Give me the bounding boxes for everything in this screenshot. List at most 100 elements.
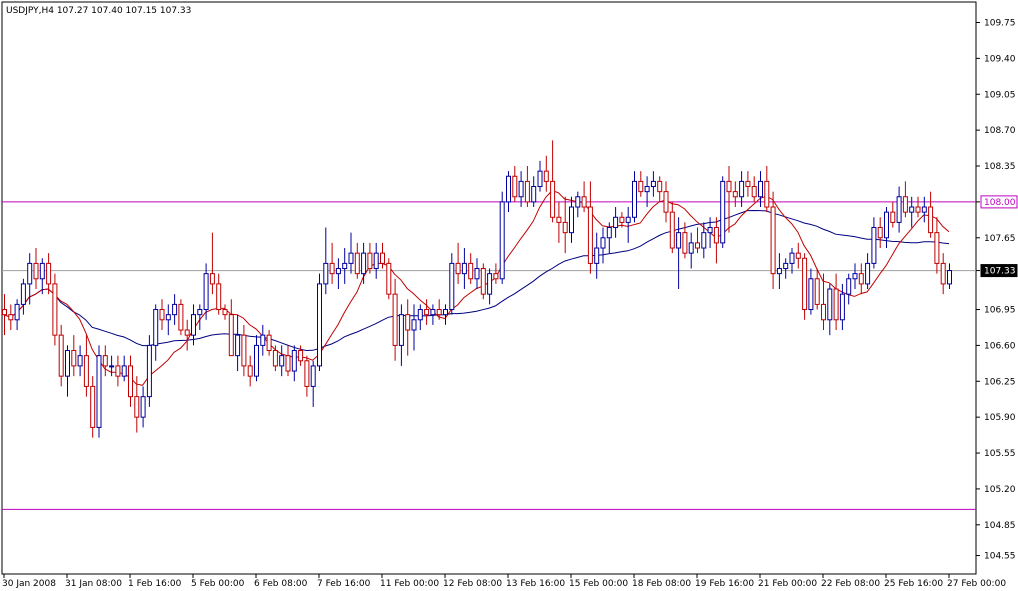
price-chart: 109.75 109.40 109.05 108.70 108.35 108.00 107.… — [1, 1, 1018, 589]
candle-body — [858, 273, 864, 285]
candle-body — [865, 262, 871, 285]
x-tick-label: 25 Feb 16:00 — [884, 579, 943, 589]
candle-body — [323, 262, 329, 285]
candle-body — [770, 206, 776, 275]
candle-body — [178, 303, 184, 331]
y-tick-label: 108.00 — [984, 198, 1016, 208]
candle-body — [310, 365, 316, 387]
candle-body — [291, 350, 297, 372]
candle-body — [776, 268, 782, 275]
candle-body — [121, 365, 127, 377]
candle-body — [102, 355, 108, 367]
candle-body — [751, 186, 757, 198]
candle-body — [644, 186, 650, 193]
candle — [52, 273, 58, 346]
x-tick-label: 21 Feb 00:00 — [758, 579, 817, 589]
candle-body — [209, 273, 215, 285]
candle-body — [827, 288, 833, 321]
candle-body — [814, 278, 820, 305]
candle-body — [512, 175, 518, 198]
candle-body — [65, 350, 70, 377]
candle-body — [2, 309, 7, 316]
candle-body — [373, 252, 379, 270]
candle-body — [405, 314, 411, 331]
candle-body — [96, 355, 102, 428]
time-axis: 30 Jan 2008 31 Jan 08:00 1 Feb 16:00 5 Feb … — [2, 574, 1006, 589]
x-tick-label: 15 Feb 00:00 — [569, 579, 628, 589]
y-tick-label: 109.05 — [984, 90, 1016, 100]
candle-body — [216, 283, 222, 311]
y-tick-label: 104.55 — [984, 552, 1016, 562]
candle-body — [600, 237, 606, 249]
candle-body — [808, 278, 814, 311]
candle-body — [165, 314, 171, 321]
y-tick-label: 105.55 — [984, 449, 1016, 459]
candle — [499, 191, 505, 284]
candle-body — [543, 170, 549, 182]
candle-body — [386, 262, 392, 295]
candle-body — [235, 334, 241, 357]
candle-body — [688, 242, 694, 254]
candle-body — [871, 227, 877, 264]
candle-body — [947, 270, 952, 285]
candle-body — [720, 180, 726, 244]
x-tick-label: 30 Jan 2008 — [2, 579, 56, 589]
candle-body — [695, 242, 700, 249]
price-axis: 109.75 109.40 109.05 108.70 108.35 108.00 107.… — [976, 19, 1018, 562]
y-tick-label: 108.35 — [984, 162, 1016, 172]
candle — [178, 299, 184, 336]
y-tick-label: 109.40 — [984, 54, 1016, 64]
candle-body — [8, 314, 14, 321]
candle-body — [487, 273, 493, 295]
candle-body — [940, 262, 946, 285]
candle-body — [335, 268, 341, 275]
candle-body — [461, 262, 467, 275]
x-tick-label: 1 Feb 16:00 — [128, 579, 182, 589]
candle-body — [14, 303, 20, 321]
candle-body — [663, 191, 669, 213]
y-tick-label: 105.20 — [984, 485, 1016, 495]
candle-body — [424, 309, 430, 316]
candle-body — [795, 252, 801, 259]
candle-body — [594, 247, 600, 264]
candle-body — [669, 211, 675, 249]
candle-body — [33, 262, 39, 280]
x-tick-label: 7 Feb 16:00 — [317, 579, 371, 589]
y-tick-label: 105.90 — [984, 413, 1016, 423]
candle-body — [411, 319, 417, 331]
candle-body — [934, 232, 940, 264]
candle-body — [146, 344, 152, 398]
candle-body — [884, 211, 889, 239]
candle-body — [493, 273, 499, 280]
x-tick-label: 31 Jan 08:00 — [65, 579, 122, 589]
candle-body — [222, 309, 228, 316]
candle-body — [254, 344, 259, 377]
candle-body — [172, 303, 178, 316]
candle-body — [833, 288, 839, 321]
candle-body — [638, 180, 644, 193]
candle-body — [455, 262, 461, 275]
candle-body — [128, 365, 133, 398]
candle-body — [732, 191, 738, 198]
candle-body — [606, 227, 612, 239]
candle-body — [39, 262, 45, 280]
candle-body — [329, 262, 335, 275]
x-tick-label: 11 Feb 00:00 — [380, 579, 439, 589]
x-tick-label: 27 Feb 00:00 — [947, 579, 1006, 589]
candle-body — [279, 355, 285, 367]
candle-body — [191, 314, 196, 336]
candle-body — [783, 262, 789, 270]
candle-body — [468, 262, 474, 280]
x-tick-label: 19 Feb 16:00 — [695, 579, 754, 589]
candle-body — [745, 180, 751, 188]
candle — [96, 345, 102, 438]
candle-body — [260, 334, 266, 346]
candle-body — [317, 283, 322, 367]
candle-body — [71, 350, 77, 367]
candle-body — [676, 232, 682, 249]
candle-body — [562, 221, 568, 234]
candle-body — [701, 232, 707, 249]
candle-body — [298, 350, 304, 362]
candle-body — [537, 170, 543, 188]
candle-body — [739, 180, 745, 198]
